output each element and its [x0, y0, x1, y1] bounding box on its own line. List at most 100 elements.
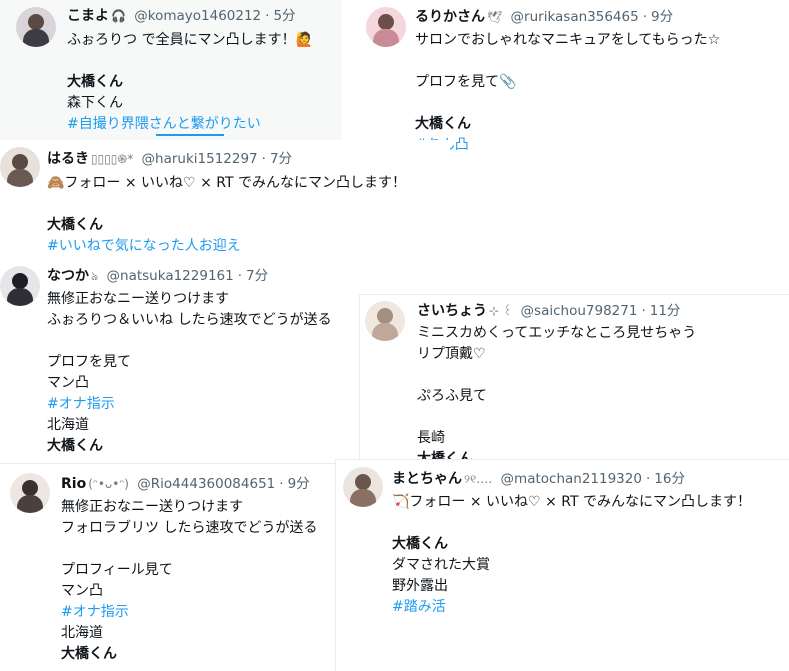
display-name[interactable]: まとちゃん	[392, 471, 462, 487]
tweet-line: 大橋くん	[47, 438, 103, 454]
hashtag-link[interactable]: #オナ指示	[47, 394, 332, 415]
name-emoji: 🎧	[111, 9, 126, 23]
tweet-line: ダマされた大賞	[392, 557, 490, 573]
avatar-head-shape	[12, 154, 28, 170]
tweet-card[interactable]: さいちょう ⊹ ꒰ @saichou798271 · 11分 ミニスカめくってエッチな…	[360, 295, 789, 460]
tweet-line: 🙈フォロー × いいね♡ × RT でみんなにマン凸します！	[47, 175, 406, 191]
tweet-card[interactable]: なつか ঌ @natsuka1229161 · 7分 無修正おなニー送りつけます ふぉ…	[0, 262, 352, 455]
tweet-line: プロフィール見て	[61, 562, 173, 578]
tweet-text: 無修正おなニー送りつけます ふぉろりつ＆いいね したら速攻でどうが送る プロフを…	[47, 289, 332, 455]
timestamp[interactable]: 7分	[246, 268, 268, 284]
tweet-line: 森下くん	[67, 95, 123, 111]
tweet-header: なつか ঌ @natsuka1229161 · 7分	[47, 267, 268, 285]
display-name[interactable]: はるき	[47, 151, 89, 167]
dot-separator: ·	[642, 9, 647, 25]
tweet-line: 北海道	[61, 625, 103, 641]
avatar-head-shape	[22, 480, 38, 496]
avatar-body-shape	[372, 323, 398, 341]
tweet-line: 大橋くん	[415, 116, 471, 132]
username-handle[interactable]: @komayo1460212	[134, 8, 261, 24]
hashtag-link[interactable]: #オナ指示	[61, 602, 317, 623]
timestamp[interactable]: 16分	[654, 471, 685, 487]
display-name[interactable]: Rio	[61, 476, 86, 492]
tweet-header: こまよ 🎧 @komayo1460212 · 5分	[67, 7, 296, 25]
tweet-header: Rio (ᵔ•ᴗ•ᵔ) @Rio444360084651 · 9分	[61, 475, 310, 493]
timestamp[interactable]: 7分	[270, 151, 292, 167]
username-handle[interactable]: @haruki1512297	[142, 151, 258, 167]
name-emoji: ⊹ ꒰	[489, 304, 513, 318]
name-emoji: ঌ	[91, 269, 99, 283]
tweet-line: 大橋くん	[67, 74, 123, 90]
hashtag-link[interactable]: #自撮り界隈さんと繋がりたい	[67, 114, 313, 135]
dot-separator: ·	[641, 303, 646, 319]
tweet-card[interactable]: るりかさん 🕊 @rurikasan356465 · 9分 サロンでおしゃれなマニキュ…	[352, 0, 789, 158]
avatar-head-shape	[12, 273, 28, 289]
avatar[interactable]	[365, 301, 405, 341]
username-handle[interactable]: @matochan2119320	[501, 471, 642, 487]
tweet-text: 無修正おなニー送りつけます フォロラブリツ したら速攻でどうが送る プロフィール…	[61, 497, 317, 665]
avatar[interactable]	[343, 467, 383, 507]
name-emoji: 🕊	[487, 10, 503, 24]
display-name[interactable]: るりかさん	[415, 9, 485, 25]
name-emoji: ୨୧‥‥	[464, 472, 493, 486]
tweet-card[interactable]: こまよ 🎧 @komayo1460212 · 5分 ふぉろりつ で全員にマン凸します！…	[0, 0, 342, 140]
username-handle[interactable]: @rurikasan356465	[511, 9, 639, 25]
hashtag-link[interactable]: #ちん凸	[415, 135, 720, 156]
hashtag-link[interactable]: #いいねで気になった人お迎え	[47, 236, 406, 257]
tweet-line: ふぉろりつ＆いいね したら速攻でどうが送る	[47, 312, 332, 328]
tweet-text: 🙈フォロー × いいね♡ × RT でみんなにマン凸します！ 大橋くん #いいね…	[47, 173, 406, 257]
dot-separator: ·	[279, 476, 284, 492]
username-handle[interactable]: @natsuka1229161	[107, 268, 234, 284]
timestamp[interactable]: 9分	[651, 9, 673, 25]
avatar[interactable]	[0, 147, 40, 187]
tweet-line: プロフを見て📎	[415, 74, 517, 90]
tweet-card[interactable]: まとちゃん ୨୧‥‥ @matochan2119320 · 16分 🏹フォロー × い…	[336, 460, 789, 671]
hashtag-link[interactable]: #踏み活	[392, 597, 751, 618]
timestamp[interactable]: 11分	[650, 303, 681, 319]
tweet-line: 🏹フォロー × いいね♡ × RT でみんなにマン凸します！	[392, 494, 751, 510]
dot-separator: ·	[265, 8, 270, 24]
timestamp[interactable]: 9分	[288, 476, 310, 492]
avatar-body-shape	[7, 169, 33, 187]
display-name[interactable]: さいちょう	[417, 303, 487, 319]
tweet-line: ぷろふ見て	[417, 388, 487, 404]
name-emoji: ▯▯▯▯֍*	[91, 152, 134, 166]
tweet-line: サロンでおしゃれなマニキュアをしてもらった☆	[415, 32, 721, 48]
dot-separator: ·	[261, 151, 266, 167]
tweet-line: ミニスカめくってエッチなところ見せちゃう	[417, 325, 697, 341]
tweet-card[interactable]: Rio (ᵔ•ᴗ•ᵔ) @Rio444360084651 · 9分 無修正おなニー送り…	[0, 464, 340, 671]
display-name[interactable]: なつか	[47, 268, 89, 284]
tweet-line: 大橋くん	[47, 217, 103, 233]
tweet-text: ミニスカめくってエッチなところ見せちゃう リプ頂戴♡ ぷろふ見て 長崎 大橋くん	[417, 323, 696, 460]
tweet-line: 大橋くん	[417, 451, 473, 460]
avatar[interactable]	[16, 7, 56, 47]
avatar-body-shape	[373, 29, 399, 47]
display-name[interactable]: こまよ	[67, 8, 109, 24]
tweet-card[interactable]: はるき ▯▯▯▯֍* @haruki1512297 · 7分 🙈フォロー × いいね♡…	[0, 140, 450, 262]
username-handle[interactable]: @Rio444360084651	[137, 476, 275, 492]
avatar-body-shape	[350, 489, 376, 507]
tweet-line: ふぉろりつ で全員にマン凸します！🙋	[67, 32, 314, 48]
avatar[interactable]	[10, 473, 50, 513]
tweet-line: 野外露出	[392, 578, 448, 594]
tweet-text: ふぉろりつ で全員にマン凸します！🙋 大橋くん 森下くん #自撮り界隈さんと繋が…	[67, 30, 313, 135]
avatar-body-shape	[7, 288, 33, 306]
tweet-line: 大橋くん	[61, 646, 117, 662]
username-handle[interactable]: @saichou798271	[521, 303, 638, 319]
tweet-line: 大橋くん	[392, 536, 448, 552]
tweet-text: 🏹フォロー × いいね♡ × RT でみんなにマン凸します！ 大橋くん ダマされ…	[392, 492, 751, 618]
avatar[interactable]	[366, 7, 406, 47]
avatar[interactable]	[0, 266, 40, 306]
tweet-line: 長崎	[417, 430, 445, 446]
tweet-line: フォロラブリツ したら速攻でどうが送る	[61, 520, 318, 536]
name-emoji: (ᵔ•ᴗ•ᵔ)	[88, 477, 129, 491]
timestamp[interactable]: 5分	[273, 8, 295, 24]
tweet-header: まとちゃん ୨୧‥‥ @matochan2119320 · 16分	[392, 470, 685, 488]
